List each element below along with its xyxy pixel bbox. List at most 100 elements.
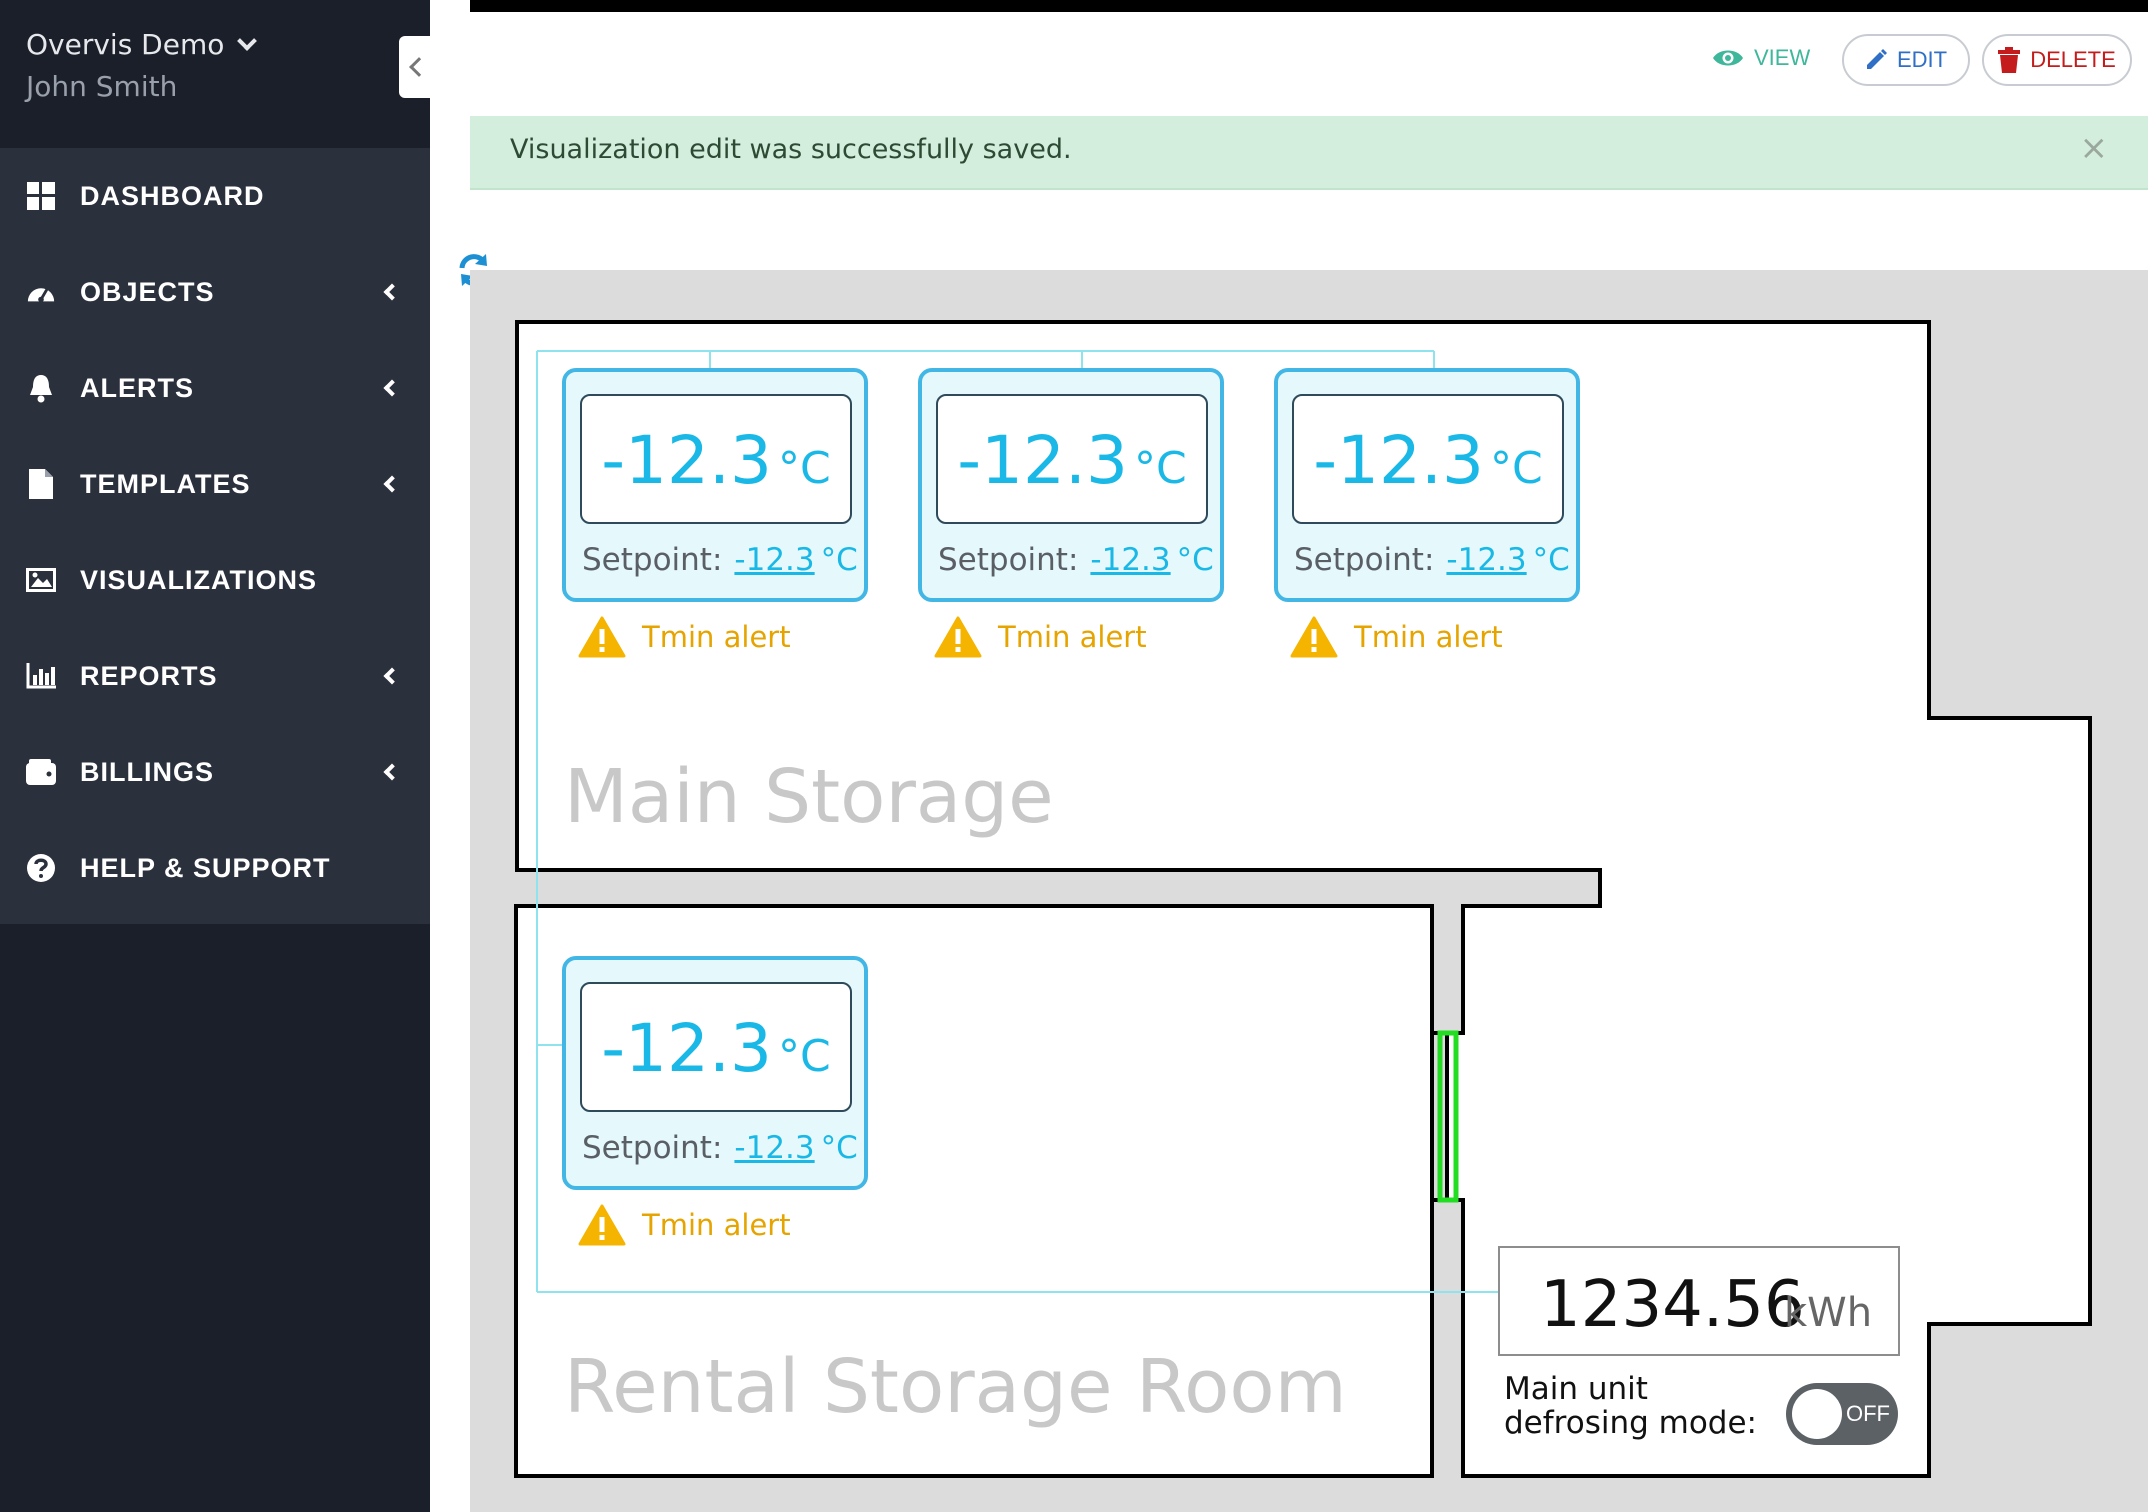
sidebar-item-dashboard[interactable]: DASHBOARD xyxy=(0,148,430,244)
chevron-down-icon[interactable] xyxy=(237,30,258,51)
close-icon[interactable]: × xyxy=(2080,128,2109,168)
chevron-left-icon xyxy=(383,763,401,781)
alert-message: Visualization edit was successfully save… xyxy=(510,134,1072,165)
success-alert: Visualization edit was successfully save… xyxy=(470,116,2148,190)
sidebar-item-label: TEMPLATES xyxy=(80,468,251,499)
pencil-icon xyxy=(1866,49,1887,69)
setpoint: Setpoint: -12.3 °C xyxy=(582,1130,858,1166)
trash-icon xyxy=(1998,47,2021,73)
warning-icon xyxy=(578,616,626,658)
file-icon xyxy=(26,469,56,499)
toggle-knob[interactable] xyxy=(1792,1389,1842,1439)
delete-button[interactable]: DELETE xyxy=(1982,34,2132,86)
setpoint-link[interactable]: -12.3 xyxy=(734,542,814,578)
tmin-alert: Tmin alert xyxy=(578,616,791,658)
chevron-left-icon[interactable] xyxy=(409,57,429,77)
setpoint: Setpoint: -12.3 °C xyxy=(582,542,858,578)
sidebar-item-label: HELP & SUPPORT xyxy=(80,852,331,883)
sidebar-item-label: REPORTS xyxy=(80,660,218,691)
tmin-alert: Tmin alert xyxy=(578,1204,791,1246)
warning-icon xyxy=(934,616,982,658)
energy-unit: kWh xyxy=(1784,1290,1873,1336)
defrost-toggle[interactable]: OFF xyxy=(1786,1383,1898,1445)
temperature-display: -12.3 °C xyxy=(580,394,852,524)
account-name[interactable]: Overvis Demo xyxy=(26,28,224,61)
energy-meter[interactable]: 1234.56 kWh xyxy=(1498,1246,1900,1356)
setpoint-link[interactable]: -12.3 xyxy=(1446,542,1526,578)
sidebar-item-alerts[interactable]: ALERTS xyxy=(0,340,430,436)
sidebar-menu: DASHBOARD OBJECTS ALERTS TEMPLATES VISUA… xyxy=(0,148,430,924)
temperature-sensor[interactable]: -12.3 °C Setpoint: -12.3 °C xyxy=(1274,368,1580,602)
eye-icon xyxy=(1713,50,1743,66)
temperature-unit: °C xyxy=(778,443,831,494)
temperature-sensor[interactable]: -12.3 °C Setpoint: -12.3 °C xyxy=(562,956,868,1190)
setpoint-unit: °C xyxy=(820,542,858,578)
temperature-unit: °C xyxy=(1134,443,1187,494)
gauge-icon xyxy=(26,277,56,307)
sidebar-item-visualizations[interactable]: VISUALIZATIONS xyxy=(0,532,430,628)
setpoint-unit: °C xyxy=(820,1130,858,1166)
temperature-sensor[interactable]: -12.3 °C Setpoint: -12.3 °C xyxy=(562,368,868,602)
temperature-unit: °C xyxy=(1490,443,1543,494)
chevron-left-icon xyxy=(383,475,401,493)
temperature-value: -12.3 xyxy=(601,1010,773,1087)
image-icon xyxy=(26,565,56,595)
sidebar-item-label: OBJECTS xyxy=(80,276,215,307)
defrost-label: Main unit defrosing mode: xyxy=(1504,1372,1757,1440)
sidebar-item-label: DASHBOARD xyxy=(80,180,265,211)
toggle-state: OFF xyxy=(1846,1401,1890,1426)
bar-chart-icon xyxy=(26,661,56,691)
delete-button-label[interactable]: DELETE xyxy=(2030,47,2116,73)
setpoint-label: Setpoint: xyxy=(582,1130,723,1166)
view-button-label[interactable]: VIEW xyxy=(1754,45,1810,71)
sidebar-header: Overvis Demo John Smith xyxy=(0,0,430,148)
tmin-alert-text: Tmin alert xyxy=(642,620,791,654)
room-label-main: Main Storage xyxy=(564,754,1054,840)
warning-icon xyxy=(578,1204,626,1246)
sidebar-item-label: ALERTS xyxy=(80,372,194,403)
temperature-sensor[interactable]: -12.3 °C Setpoint: -12.3 °C xyxy=(918,368,1224,602)
sidebar-item-templates[interactable]: TEMPLATES xyxy=(0,436,430,532)
setpoint-link[interactable]: -12.3 xyxy=(1090,542,1170,578)
room-label-rental: Rental Storage Room xyxy=(564,1344,1347,1430)
setpoint-label: Setpoint: xyxy=(1294,542,1435,578)
temperature-display: -12.3 °C xyxy=(936,394,1208,524)
edit-button[interactable]: EDIT xyxy=(1842,34,1970,86)
tmin-alert-text: Tmin alert xyxy=(642,1208,791,1242)
tmin-alert-text: Tmin alert xyxy=(998,620,1147,654)
view-button[interactable]: VIEW xyxy=(1712,34,1810,82)
temperature-display: -12.3 °C xyxy=(1292,394,1564,524)
defrost-label-line1: Main unit xyxy=(1504,1371,1648,1407)
user-name: John Smith xyxy=(26,70,178,103)
setpoint-unit: °C xyxy=(1176,542,1214,578)
sidebar-collapse-button[interactable] xyxy=(399,36,433,98)
sidebar-item-billings[interactable]: BILLINGS xyxy=(0,724,430,820)
setpoint-unit: °C xyxy=(1532,542,1570,578)
tmin-alert-text: Tmin alert xyxy=(1354,620,1503,654)
setpoint: Setpoint: -12.3 °C xyxy=(938,542,1214,578)
sidebar-item-label: BILLINGS xyxy=(80,756,214,787)
dashboard-icon xyxy=(26,181,56,211)
temperature-value: -12.3 xyxy=(601,422,773,499)
defrost-label-line2: defrosing mode: xyxy=(1504,1405,1757,1441)
chevron-left-icon xyxy=(383,379,401,397)
sidebar-item-help-support[interactable]: HELP & SUPPORT xyxy=(0,820,430,916)
tmin-alert: Tmin alert xyxy=(1290,616,1503,658)
setpoint-label: Setpoint: xyxy=(938,542,1079,578)
question-circle-icon xyxy=(26,853,56,883)
account-switcher[interactable]: Overvis Demo xyxy=(26,28,258,61)
chevron-left-icon xyxy=(383,283,401,301)
energy-value: 1234.56 xyxy=(1540,1268,1805,1342)
sidebar-item-reports[interactable]: REPORTS xyxy=(0,628,430,724)
setpoint-link[interactable]: -12.3 xyxy=(734,1130,814,1166)
sidebar: Overvis Demo John Smith DASHBOARD OBJECT… xyxy=(0,0,433,1512)
top-divider xyxy=(470,0,2148,12)
temperature-display: -12.3 °C xyxy=(580,982,852,1112)
edit-button-label[interactable]: EDIT xyxy=(1897,47,1947,73)
sidebar-item-objects[interactable]: OBJECTS xyxy=(0,244,430,340)
setpoint-label: Setpoint: xyxy=(582,542,723,578)
temperature-value: -12.3 xyxy=(1313,422,1485,499)
sidebar-item-label: VISUALIZATIONS xyxy=(80,564,318,595)
tmin-alert: Tmin alert xyxy=(934,616,1147,658)
setpoint: Setpoint: -12.3 °C xyxy=(1294,542,1570,578)
